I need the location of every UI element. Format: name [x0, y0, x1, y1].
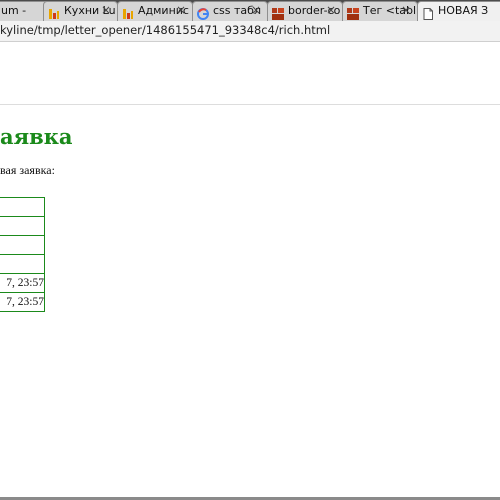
close-icon[interactable]: ×: [326, 3, 336, 17]
red-squares-icon: [272, 5, 284, 20]
close-icon[interactable]: ×: [176, 3, 186, 17]
url-text[interactable]: kyline/tmp/letter_opener/1486155471_9334…: [0, 23, 330, 37]
close-icon[interactable]: ×: [251, 3, 261, 17]
tab-7[interactable]: НОВАЯ З: [417, 1, 500, 21]
tab-4[interactable]: css табл ×: [192, 1, 268, 21]
table-row: [0, 216, 45, 236]
tab-2[interactable]: Кухни Lu ×: [43, 1, 118, 21]
orders-table: 7, 23:57 7, 23:57: [0, 197, 45, 312]
tab-title: um -: [1, 4, 27, 17]
address-bar[interactable]: kyline/tmp/letter_opener/1486155471_9334…: [0, 21, 500, 42]
table-cell: [0, 197, 45, 217]
yellow-bars-icon: [122, 5, 134, 19]
google-g-icon: [197, 5, 209, 20]
table-row: [0, 197, 45, 217]
red-squares-icon: [347, 5, 359, 20]
divider: [0, 104, 500, 105]
table-row: [0, 235, 45, 255]
table-cell: 7, 23:57: [0, 292, 45, 312]
table-row: 7, 23:57: [0, 292, 45, 312]
close-icon[interactable]: ×: [401, 3, 411, 17]
document-icon: [422, 5, 434, 20]
tab-5[interactable]: border-co ×: [267, 1, 343, 21]
intro-text: вая заявка:: [0, 163, 55, 177]
page-title: аявка: [0, 124, 73, 149]
close-icon[interactable]: ×: [101, 3, 111, 17]
table-cell: [0, 254, 45, 274]
table-cell: [0, 235, 45, 255]
table-row: 7, 23:57: [0, 273, 45, 293]
tab-3[interactable]: Админис ×: [117, 1, 193, 21]
table-cell: [0, 216, 45, 236]
tab-6[interactable]: Тег <tabl ×: [342, 1, 418, 21]
yellow-bars-icon: [48, 5, 60, 19]
table-row: [0, 254, 45, 274]
tab-title: НОВАЯ З: [438, 4, 489, 17]
tab-strip: um - × Кухни Lu × Админис × css табл × b…: [0, 0, 500, 21]
table-cell: 7, 23:57: [0, 273, 45, 293]
